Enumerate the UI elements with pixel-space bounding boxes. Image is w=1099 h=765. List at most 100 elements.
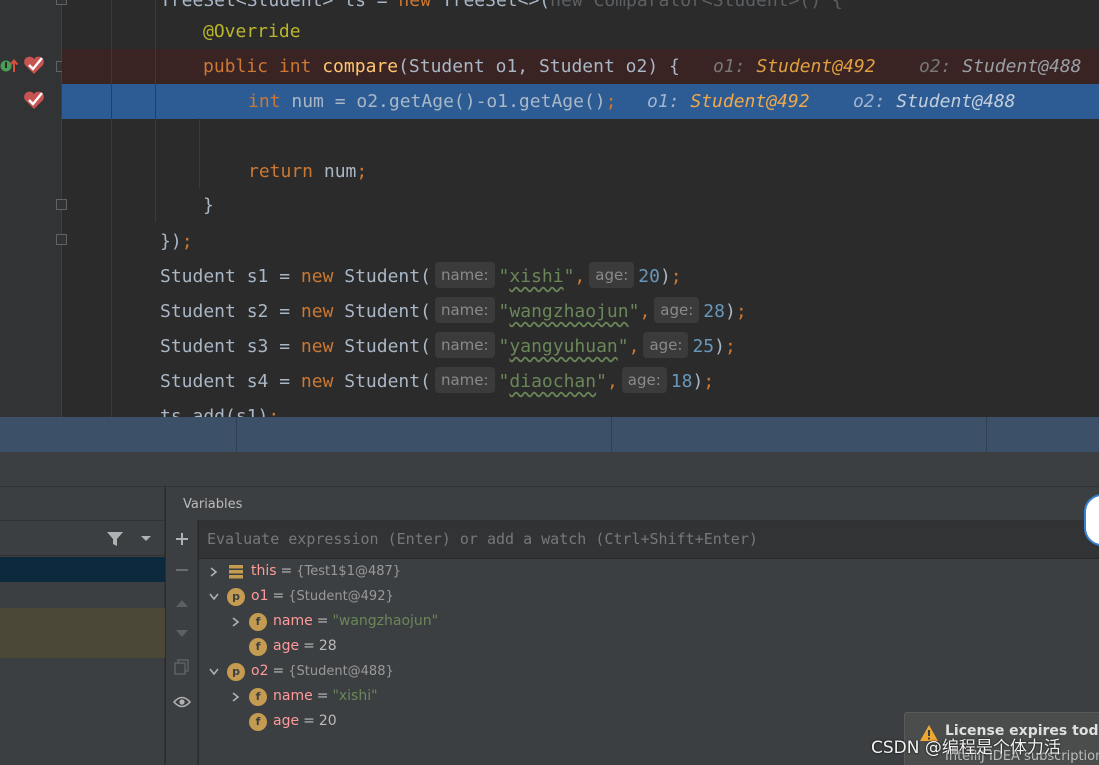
code-line[interactable]: ts.add(s1); xyxy=(62,399,1099,417)
arrow-up-icon xyxy=(176,600,188,607)
code-line[interactable]: Student s3 = new Student(name: "yangyuhua… xyxy=(62,329,1099,364)
field-icon: f xyxy=(249,712,267,731)
variable-row-name[interactable]: f name = "xishi" xyxy=(229,684,378,709)
debug-tabs-bar xyxy=(0,417,1099,452)
code-text: Student s3 = new Student(name: "yangyuhua… xyxy=(160,329,736,364)
dropdown-arrow-icon[interactable] xyxy=(140,535,152,543)
variable-value: "xishi" xyxy=(332,688,378,704)
indent-guide xyxy=(111,0,112,417)
inline-debug-values: o1: Student@492 o2: Student@488 xyxy=(647,91,1016,112)
variable-value: 28 xyxy=(318,638,337,654)
code-text: @Override xyxy=(203,21,301,42)
add-watch-button[interactable] xyxy=(166,524,198,554)
breakpoint-icon[interactable] xyxy=(22,54,46,76)
chevron-right-icon[interactable] xyxy=(207,559,221,584)
inline-debug-values: o1: Student@492 o2: Student@488 xyxy=(713,56,1082,77)
frames-toolbar xyxy=(0,520,165,556)
code-text: Student s1 = new Student(name: "xishi", ag… xyxy=(160,259,682,294)
chevron-right-icon[interactable] xyxy=(229,609,243,634)
minus-icon xyxy=(176,569,188,571)
remove-watch-button[interactable] xyxy=(166,555,198,585)
variable-name: name xyxy=(273,613,313,629)
variable-row-o1[interactable]: p o1 = {Student@492} xyxy=(207,584,394,609)
parameter-hint: name: xyxy=(434,262,495,288)
field-icon: f xyxy=(249,637,267,656)
chevron-down-icon[interactable] xyxy=(207,584,221,609)
breakpoint-line[interactable]: public int compare(Student o1, Student o… xyxy=(62,49,1099,84)
variable-value: 20 xyxy=(318,713,337,729)
chevron-down-icon[interactable] xyxy=(207,659,221,684)
parameter-hint: name: xyxy=(434,297,495,323)
evaluate-expression-input[interactable] xyxy=(199,521,1079,557)
field-icon: f xyxy=(249,612,267,631)
code-line[interactable] xyxy=(62,119,1099,154)
stack-icon xyxy=(227,563,245,581)
variable-name: name xyxy=(273,688,313,704)
code-line[interactable]: return num; xyxy=(62,154,1099,189)
variables-side-toolbar xyxy=(166,520,198,765)
code-text: }); xyxy=(160,231,193,252)
evaluate-expression-bar xyxy=(199,520,1099,558)
frame-row[interactable] xyxy=(0,608,165,658)
variable-value: "wangzhaojun" xyxy=(332,613,439,629)
code-line[interactable]: Student s4 = new Student(name: "diaochan"… xyxy=(62,364,1099,399)
variable-value: {Test1$1@487} xyxy=(296,564,402,579)
copy-watch-button[interactable] xyxy=(166,652,198,682)
variable-name: o1 xyxy=(251,588,269,604)
parameter-hint: age: xyxy=(621,367,667,393)
watermark: CSDN @编程是个体力活 xyxy=(871,738,1061,758)
variable-name: age xyxy=(273,638,300,654)
move-up-button[interactable] xyxy=(166,588,198,618)
code-text: return num; xyxy=(248,161,368,182)
variables-header: Variables xyxy=(166,487,1099,520)
code-text: ts.add(s1); xyxy=(160,406,280,417)
code-text: int num = o2.getAge()-o1.getAge(); xyxy=(248,91,617,112)
indent-guide xyxy=(155,0,156,222)
field-icon: f xyxy=(249,687,267,706)
variable-name: this xyxy=(251,563,277,579)
code-text: Student s2 = new Student(name: "wangzhaoj… xyxy=(160,294,747,329)
chevron-right-icon[interactable] xyxy=(229,684,243,709)
parameter-hint: age: xyxy=(643,332,689,358)
variable-value: {Student@488} xyxy=(288,664,394,679)
code-text: public int compare(Student o1, Student o… xyxy=(203,56,680,77)
code-line[interactable]: Student s1 = new Student(name: "xishi", ag… xyxy=(62,259,1099,294)
current-execution-line[interactable]: int num = o2.getAge()-o1.getAge(); o1: St… xyxy=(62,84,1099,119)
filter-icon[interactable] xyxy=(106,530,124,548)
code-line[interactable]: } xyxy=(62,188,1099,223)
parameter-hint: name: xyxy=(434,332,495,358)
variable-row-age[interactable]: f age = 28 xyxy=(229,634,337,659)
code-line[interactable]: }); xyxy=(62,224,1099,259)
plus-icon xyxy=(176,533,188,545)
code-text: } xyxy=(203,195,214,216)
breakpoint-icon[interactable] xyxy=(22,89,46,111)
variable-name: o2 xyxy=(251,663,269,679)
eye-icon xyxy=(173,696,191,708)
copy-icon xyxy=(174,659,189,675)
variable-name: age xyxy=(273,713,300,729)
show-watches-button[interactable] xyxy=(166,687,198,717)
parameter-icon: p xyxy=(227,662,245,681)
parameter-icon: p xyxy=(227,587,245,606)
editor-gutter[interactable] xyxy=(0,0,67,417)
frame-row-selected[interactable] xyxy=(0,557,165,582)
floating-widget[interactable] xyxy=(1084,494,1099,546)
variable-row-this[interactable]: this = {Test1$1@487} xyxy=(207,559,401,584)
debug-toolbar xyxy=(0,452,1099,487)
variable-value: {Student@492} xyxy=(288,589,394,604)
code-line[interactable]: @Override xyxy=(62,14,1099,49)
code-editor[interactable]: TreeSet<Student> ts = new TreeSet<>(new … xyxy=(0,0,1099,417)
code-line[interactable]: Student s2 = new Student(name: "wangzhaoj… xyxy=(62,294,1099,329)
arrow-down-icon xyxy=(176,630,188,637)
variable-row-name[interactable]: f name = "wangzhaojun" xyxy=(229,609,438,634)
parameter-hint: age: xyxy=(654,297,700,323)
variables-title: Variables xyxy=(183,497,243,512)
frames-panel xyxy=(0,487,165,765)
move-down-button[interactable] xyxy=(166,619,198,649)
variable-row-age[interactable]: f age = 20 xyxy=(229,709,337,734)
code-text: Student s4 = new Student(name: "diaochan"… xyxy=(160,364,714,399)
breakpoint-method-icon[interactable] xyxy=(0,57,22,75)
parameter-hint: age: xyxy=(589,262,635,288)
indent-guide xyxy=(199,118,200,188)
variable-row-o2[interactable]: p o2 = {Student@488} xyxy=(207,659,394,684)
